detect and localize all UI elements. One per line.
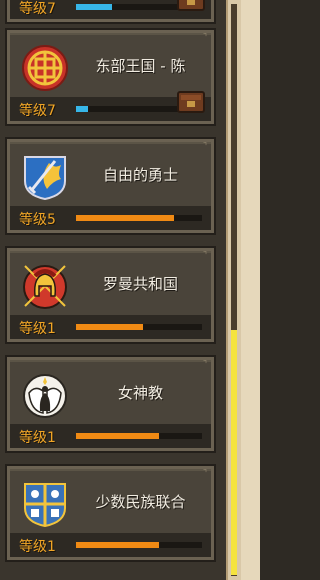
faction-name: 罗曼共和国 [102, 275, 178, 293]
faction-card[interactable]: ⌝ 东部王国 - 陈 等级7 [5, 28, 216, 126]
progress-track [76, 433, 202, 439]
corner-ornament: ⌝ [202, 33, 208, 43]
chest-icon[interactable] [177, 91, 205, 113]
corner-ornament: ⌝ [202, 360, 208, 370]
faction-card[interactable]: ⌝ 女神教 等级1 [5, 355, 216, 453]
level-label: 等级1 [19, 539, 56, 555]
level-label: 等级1 [19, 321, 56, 337]
faction-name: 自由的勇士 [102, 166, 178, 184]
scrollbar-thumb[interactable] [231, 330, 237, 575]
level-label: 等级5 [19, 212, 56, 228]
level-label: 等级7 [19, 103, 56, 119]
progress-fill [76, 215, 174, 221]
faction-name: 女神教 [117, 384, 163, 402]
faction-card[interactable]: ⌝ 罗曼共和国 等级1 [5, 246, 216, 344]
faction-card[interactable]: 等级7 [5, 0, 216, 24]
faction-name: 少数民族联合 [95, 493, 186, 511]
progress-track [76, 215, 202, 221]
scrollbar[interactable] [226, 0, 260, 580]
level-bar: 等级1 [10, 533, 211, 557]
corner-ornament: ⌝ [202, 251, 208, 261]
progress-track [76, 542, 202, 548]
quartered-shield-emblem-icon [24, 483, 66, 528]
progress-fill [76, 324, 143, 330]
faction-card[interactable]: ⌝ 少数民族联合 等级1 [5, 464, 216, 562]
corner-ornament: ⌝ [202, 469, 208, 479]
level-bar: 等级1 [10, 315, 211, 339]
progress-fill [76, 542, 159, 548]
winged-goddess-emblem-icon [23, 374, 67, 418]
level-label: 等级7 [19, 1, 56, 17]
side-rail [241, 0, 260, 580]
faction-card[interactable]: ⌝ 自由的勇士 等级5 [5, 137, 216, 235]
chest-icon[interactable] [177, 0, 205, 11]
progress-fill [76, 106, 88, 112]
progress-track [76, 324, 202, 330]
progress-fill [76, 4, 112, 10]
faction-name: 东部王国 - 陈 [95, 57, 186, 75]
level-bar: 等级1 [10, 424, 211, 448]
corner-ornament: ⌝ [202, 142, 208, 152]
faction-list-panel: 等级7 ⌝ 东部王国 - 陈 等级7 ⌝ 自由的勇士 等级5 ⌝ 罗曼共和国 等… [0, 0, 226, 580]
level-label: 等级1 [19, 430, 56, 446]
level-bar: 等级5 [10, 206, 211, 230]
blue-shield-wing-sword-emblem-icon [24, 156, 66, 201]
progress-fill [76, 433, 159, 439]
spartan-helmet-emblem-icon [23, 265, 67, 309]
red-gold-knot-emblem-icon [22, 45, 68, 91]
